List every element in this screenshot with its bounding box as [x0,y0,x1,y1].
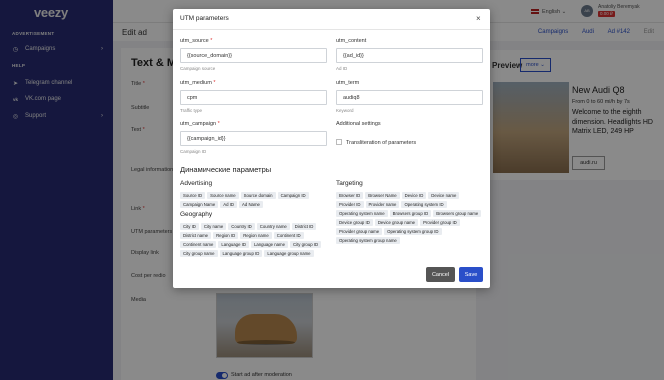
param-tag[interactable]: Browsers group ID [389,210,432,217]
param-tag[interactable]: Device ID [401,192,427,199]
param-tag[interactable]: District name [180,232,212,239]
param-tag[interactable]: Region name [240,232,272,239]
utm-term-hint: Keyword [336,108,354,113]
utm-medium-hint: Traffic type [180,108,203,113]
param-tag[interactable]: Device group name [374,219,419,226]
transliteration-checkbox[interactable] [336,139,342,145]
utm-content-hint: Ad ID [336,66,348,71]
param-tag[interactable]: Device name [428,192,460,199]
param-tag[interactable]: Browser Name [365,192,400,199]
param-tag[interactable]: Source ID [180,192,206,199]
param-tag[interactable]: City group name [180,250,218,257]
param-tag[interactable]: Language ID [218,241,249,248]
param-tag[interactable]: Continent name [180,241,217,248]
additional-settings-label: Additional settings [336,121,381,127]
utm-medium-label: utm_medium * [180,80,216,86]
param-tag[interactable]: Region ID [213,232,239,239]
targeting-tags: Browser ID Browser Name Device ID Device… [336,192,486,244]
utm-campaign-hint: Campaign ID [180,149,207,154]
utm-source-input[interactable] [180,48,327,63]
param-tag[interactable]: Campaign ID [277,192,309,199]
param-tag[interactable]: Provider group ID [420,219,460,226]
dynamic-params-title: Динамические параметры [180,165,272,174]
utm-source-label: utm_source * [180,38,213,44]
transliteration-label[interactable]: Transliteration of parameters [346,140,416,146]
param-tag[interactable]: Continent ID [273,232,304,239]
param-tag[interactable]: Country ID [228,223,255,230]
param-tag[interactable]: Source domain [240,192,276,199]
utm-content-label: utm_content [336,38,367,44]
utm-campaign-input[interactable] [180,131,327,146]
modal-title: UTM parameters [180,15,229,22]
param-tag[interactable]: Language name [250,241,289,248]
param-tag[interactable]: City group ID [290,241,322,248]
utm-source-hint: Campaign source [180,66,216,71]
param-tag[interactable]: Operating system name [336,210,388,217]
param-tag[interactable]: City name [200,223,227,230]
param-tag[interactable]: Device group ID [336,219,373,226]
cancel-button[interactable]: Cancel [426,267,455,282]
param-tag[interactable]: Provider group name [336,228,383,235]
param-tag[interactable]: Operating system ID [401,201,447,208]
advertising-tags: Source ID Source name Source domain Camp… [180,192,330,208]
utm-term-label: utm_term [336,80,360,86]
param-tag[interactable]: District ID [291,223,317,230]
param-tag[interactable]: Ad ID [220,201,237,208]
geography-title: Geography [180,211,213,218]
param-tag[interactable]: Operating system group name [336,237,400,244]
advertising-title: Advertising [180,180,213,187]
sidebar-overlay [0,0,113,380]
param-tag[interactable]: Operating system group ID [384,228,442,235]
param-tag[interactable]: Language group ID [219,250,263,257]
utm-campaign-label: utm_campaign * [180,121,220,127]
targeting-title: Targeting [336,180,363,187]
utm-term-input[interactable] [336,90,483,105]
utm-medium-input[interactable] [180,90,327,105]
param-tag[interactable]: Provider name [365,201,400,208]
param-tag[interactable]: Browsers group name [433,210,482,217]
param-tag[interactable]: Campaign Name [180,201,219,208]
param-tag[interactable]: City ID [180,223,199,230]
param-tag[interactable]: Source name [207,192,239,199]
divider [173,29,490,30]
param-tag[interactable]: Provider ID [336,201,364,208]
utm-modal: UTM parameters × utm_source * Campaign s… [173,9,490,288]
save-button[interactable]: Save [459,267,483,282]
sidebar: veezy ADVERTISEMENT ◷ Campaigns › HELP ➤… [0,0,113,380]
geography-tags: City ID City name Country ID Country nam… [180,223,330,257]
utm-content-input[interactable] [336,48,483,63]
param-tag[interactable]: Country name [256,223,290,230]
param-tag[interactable]: Browser ID [336,192,364,199]
param-tag[interactable]: Language group name [264,250,314,257]
close-icon[interactable]: × [476,14,481,23]
param-tag[interactable]: Ad Name [239,201,263,208]
